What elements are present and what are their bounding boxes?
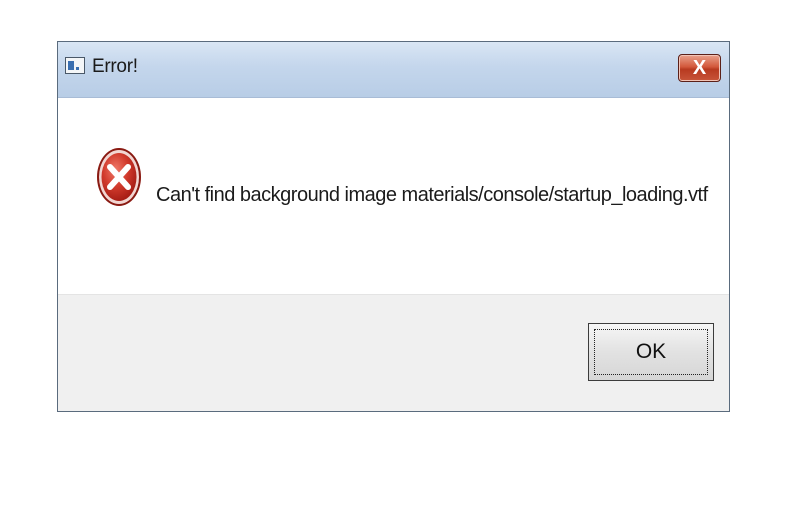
ok-button-label: OK bbox=[594, 329, 708, 375]
error-message: Can't find background image materials/co… bbox=[156, 184, 708, 206]
close-button[interactable]: X bbox=[678, 54, 721, 82]
error-dialog: Error! X Can't find background image mat… bbox=[57, 41, 730, 412]
error-icon bbox=[97, 148, 141, 206]
ok-button[interactable]: OK bbox=[588, 323, 714, 381]
window-title: Error! bbox=[92, 56, 138, 77]
title-bar[interactable]: Error! X bbox=[58, 42, 729, 98]
application-icon bbox=[65, 57, 85, 74]
